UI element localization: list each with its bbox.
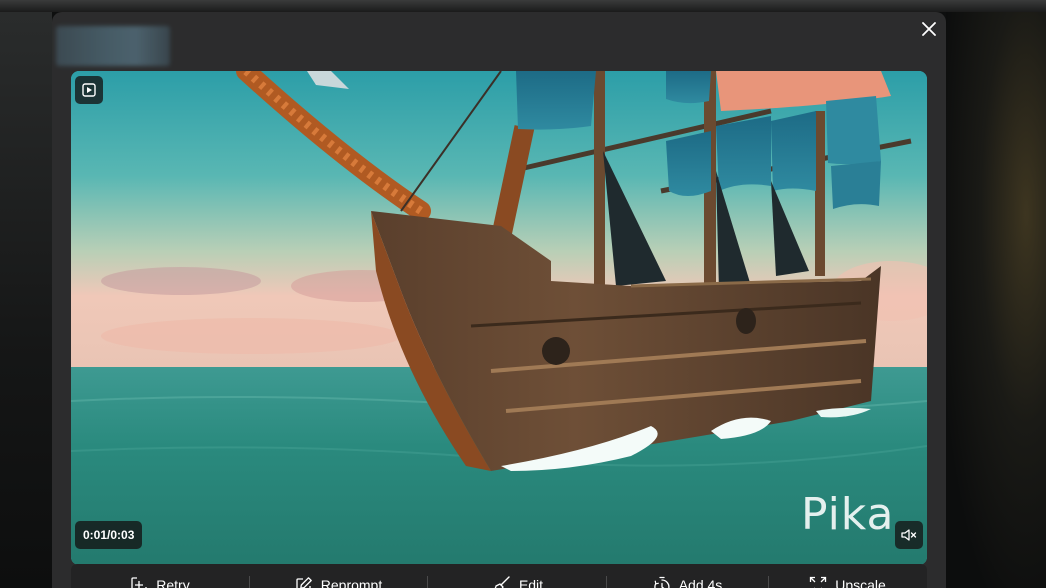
timer-icon (654, 576, 670, 588)
retry-label: Retry (156, 577, 190, 588)
edit-button[interactable]: Edit (428, 564, 606, 588)
action-toolbar: Retry Reprompt Edit Add 4s Upscale (71, 564, 927, 588)
upscale-button[interactable]: Upscale (769, 564, 926, 588)
retry-button[interactable]: Retry (71, 564, 249, 588)
reprompt-label: Reprompt (320, 577, 383, 588)
speaker-muted-icon (901, 529, 917, 541)
video-frame (71, 71, 927, 565)
upscale-label: Upscale (835, 577, 886, 588)
backdrop-top (0, 0, 1046, 12)
pika-watermark: Pika (801, 489, 895, 540)
pencil-square-icon (296, 577, 312, 588)
backdrop-left (0, 12, 52, 588)
close-button[interactable] (918, 18, 940, 40)
add-4s-button[interactable]: Add 4s (607, 564, 768, 588)
expand-icon (810, 576, 827, 588)
time-display: 0:01/0:03 (75, 521, 143, 549)
edit-label: Edit (518, 577, 544, 588)
reprompt-button[interactable]: Reprompt (250, 564, 427, 588)
play-button[interactable] (75, 76, 103, 104)
close-icon (922, 22, 936, 36)
brush-icon (494, 576, 510, 588)
backdrop-right (946, 12, 1046, 588)
video-modal: Pika 0:01/0:03 Retry Reprompt Edit Add 4… (52, 12, 946, 588)
blurred-title (56, 26, 170, 66)
video-player[interactable]: Pika 0:01/0:03 (71, 71, 927, 565)
add-4s-label: Add 4s (678, 577, 723, 588)
play-icon (82, 83, 96, 97)
mute-button[interactable] (895, 521, 923, 549)
plus-square-icon (131, 577, 147, 588)
